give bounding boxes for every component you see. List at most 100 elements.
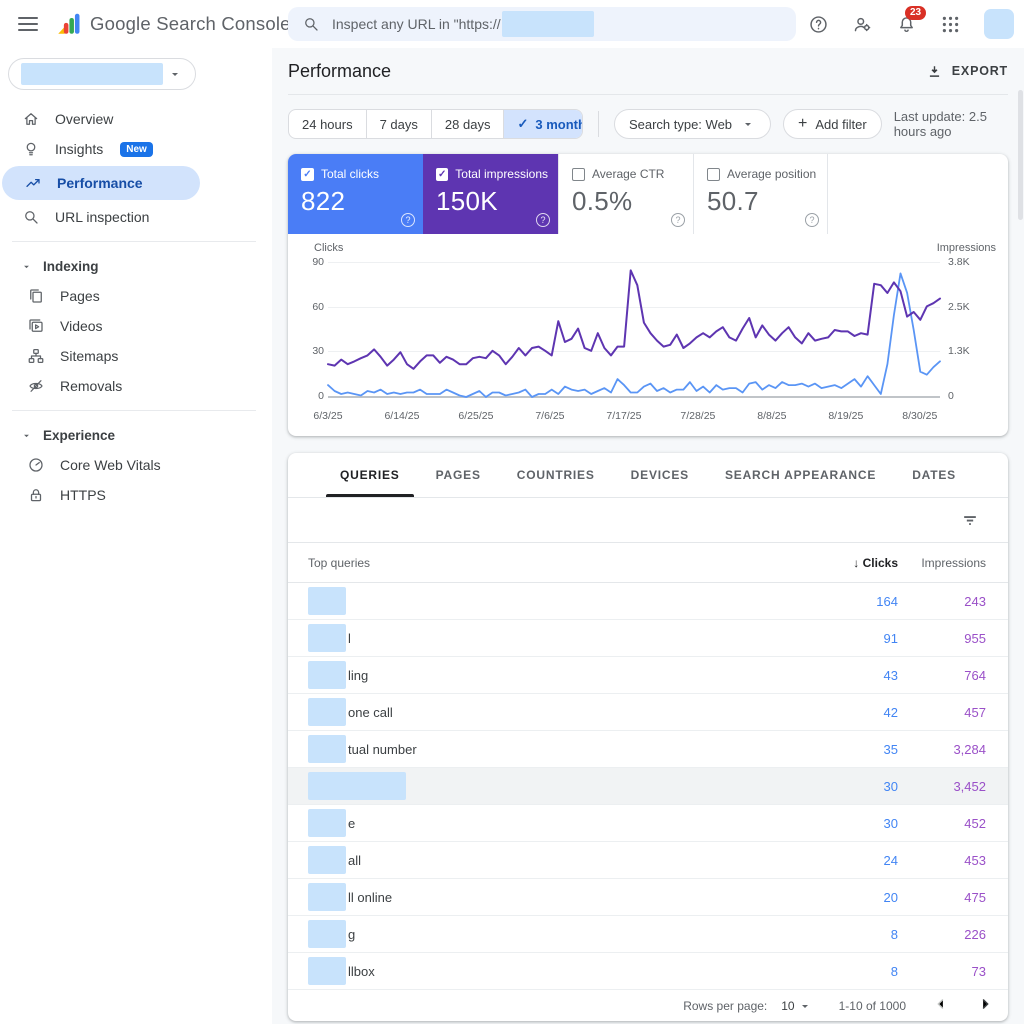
tab-devices[interactable]: DEVICES: [631, 453, 689, 497]
apps-grid-icon[interactable]: [940, 14, 961, 35]
metric-tile-average-position[interactable]: Average position 50.7?: [693, 154, 828, 234]
sidebar-item-performance[interactable]: Performance: [2, 166, 200, 200]
table-row[interactable]: 164 243: [288, 583, 1008, 620]
column-header-impressions[interactable]: Impressions: [898, 556, 1008, 570]
unchecked-checkbox[interactable]: [572, 167, 585, 181]
table-row[interactable]: ling 43 764: [288, 657, 1008, 694]
table-row[interactable]: tual number 35 3,284: [288, 731, 1008, 768]
right-axis-tick-label: 1.3K: [948, 345, 970, 358]
next-page-button[interactable]: [976, 995, 994, 1016]
tab-pages[interactable]: PAGES: [436, 453, 481, 497]
checked-checkbox[interactable]: ✓: [436, 167, 449, 181]
column-header-clicks[interactable]: ↓ Clicks: [778, 556, 898, 570]
core-web-vitals-icon: [27, 456, 45, 474]
query-cell: one call: [288, 698, 778, 726]
plus-icon: +: [798, 115, 808, 132]
sidebar-item-sitemaps[interactable]: Sitemaps: [0, 341, 272, 371]
sidebar-item-removals[interactable]: Removals: [0, 371, 272, 401]
table-row[interactable]: llbox 8 73: [288, 953, 1008, 990]
impressions-value: 243: [964, 593, 986, 609]
page-scrollbar[interactable]: [1018, 90, 1023, 220]
url-inspect-search-input[interactable]: Inspect any URL in "https://: [288, 7, 796, 41]
avatar[interactable]: [984, 9, 1014, 39]
date-chip-7-days[interactable]: 7 days: [365, 110, 431, 138]
rows-per-page-label: Rows per page:: [683, 998, 768, 1013]
chart-plot-area[interactable]: 0 0 30 1.3K 60 2.5K 90 3.8K: [312, 256, 969, 402]
check-icon: ✓: [517, 116, 529, 131]
date-chip-3-months[interactable]: ✓ 3 months: [503, 110, 583, 138]
clicks-value: 20: [883, 889, 898, 905]
metric-tiles: ✓ Total clicks 822? ✓ Total impressions 150K?…: [288, 154, 1008, 234]
unchecked-checkbox[interactable]: [707, 167, 720, 181]
tab-countries[interactable]: COUNTRIES: [517, 453, 595, 497]
dimension-tabs: QUERIES PAGES COUNTRIES DEVICES SEARCH APPEA…: [288, 453, 1008, 498]
sidebar-item-https[interactable]: HTTPS: [0, 480, 272, 510]
hamburger-menu-icon[interactable]: [18, 13, 38, 35]
sidebar-divider: [12, 241, 256, 242]
table-row[interactable]: 30 3,452: [288, 768, 1008, 805]
performance-chart[interactable]: Clicks Impressions 0 0 30 1.3K 60 2.5K 90 3.8K 6/3…: [298, 236, 998, 436]
chip-label: 3 months: [535, 116, 582, 132]
sidebar-item-videos[interactable]: Videos: [0, 311, 272, 341]
metric-label: Total impressions: [455, 167, 548, 181]
tab-search-appearance[interactable]: SEARCH APPEARANCE: [725, 453, 876, 497]
sidebar-item-overview[interactable]: Overview: [0, 104, 272, 134]
tab-queries[interactable]: QUERIES: [326, 453, 414, 497]
sidebar-item-pages[interactable]: Pages: [0, 281, 272, 311]
left-axis-tick-label: 0: [318, 390, 324, 402]
query-cell: tual number: [288, 735, 778, 763]
redacted-query: [308, 698, 346, 726]
help-icon[interactable]: [808, 14, 829, 35]
date-chip-28-days[interactable]: 28 days: [430, 110, 504, 138]
table-row[interactable]: ll online 20 475: [288, 879, 1008, 916]
table-footer: Rows per page: 10 1-10 of 1000: [288, 990, 1008, 1021]
clicks-value: 91: [883, 630, 898, 646]
query-fragment: e: [348, 815, 356, 831]
performance-summary-card: ✓ Total clicks 822? ✓ Total impressions 150K?…: [288, 154, 1008, 436]
impressions-value: 3,452: [953, 778, 986, 794]
query-fragment: llbox: [348, 963, 375, 979]
metric-tile-average-ctr[interactable]: Average CTR 0.5%?: [558, 154, 693, 234]
sidebar-item-core-web-vitals[interactable]: Core Web Vitals: [0, 450, 272, 480]
search-type-chip[interactable]: Search type: Web: [613, 109, 772, 139]
notifications-bell-icon[interactable]: 23: [896, 5, 927, 35]
tab-dates[interactable]: DATES: [912, 453, 956, 497]
removals-icon: [27, 377, 45, 395]
x-axis-tick-label: 7/6/25: [535, 410, 565, 422]
export-button[interactable]: EXPORT: [926, 63, 1008, 80]
sidebar-item-url-inspection[interactable]: URL inspection: [0, 202, 272, 232]
tile-top: ✓ Total impressions: [436, 167, 548, 181]
impressions-value: 453: [964, 852, 986, 868]
chevron-down-icon: [797, 998, 813, 1014]
help-icon[interactable]: ?: [536, 213, 550, 227]
sidebar-section-indexing[interactable]: Indexing: [0, 251, 272, 281]
help-icon[interactable]: ?: [401, 213, 415, 227]
query-fragment: all: [348, 852, 362, 868]
x-axis-tick-label: 7/17/25: [606, 410, 642, 422]
redacted-query: [308, 587, 346, 615]
chip-label: 7 days: [379, 116, 418, 132]
table-row[interactable]: e 30 452: [288, 805, 1008, 842]
table-row[interactable]: g 8 226: [288, 916, 1008, 953]
filter-list-icon[interactable]: [960, 510, 980, 530]
impressions-value: 457: [964, 704, 986, 720]
table-row[interactable]: l 91 955: [288, 620, 1008, 657]
rows-per-page-select[interactable]: 10: [781, 998, 812, 1014]
sidebar-section-experience[interactable]: Experience: [0, 420, 272, 450]
property-selector[interactable]: [8, 58, 196, 90]
redacted-query: [308, 772, 406, 800]
table-row[interactable]: all 24 453: [288, 842, 1008, 879]
date-chip-24-hours[interactable]: 24 hours: [289, 110, 366, 138]
add-filter-chip[interactable]: + Add filter: [783, 109, 882, 139]
metric-tile-total-impressions[interactable]: ✓ Total impressions 150K?: [423, 154, 558, 234]
checked-checkbox[interactable]: ✓: [301, 167, 314, 181]
table-row[interactable]: one call 42 457: [288, 694, 1008, 731]
right-axis-tick-label: 2.5K: [948, 300, 970, 313]
help-icon[interactable]: ?: [805, 213, 819, 227]
query-fragment: l: [348, 630, 351, 646]
search-icon: [302, 15, 320, 33]
user-settings-icon[interactable]: [852, 14, 873, 35]
sidebar-item-insights[interactable]: Insights New: [0, 134, 272, 164]
metric-tile-total-clicks[interactable]: ✓ Total clicks 822?: [288, 154, 423, 234]
help-icon[interactable]: ?: [671, 213, 685, 227]
